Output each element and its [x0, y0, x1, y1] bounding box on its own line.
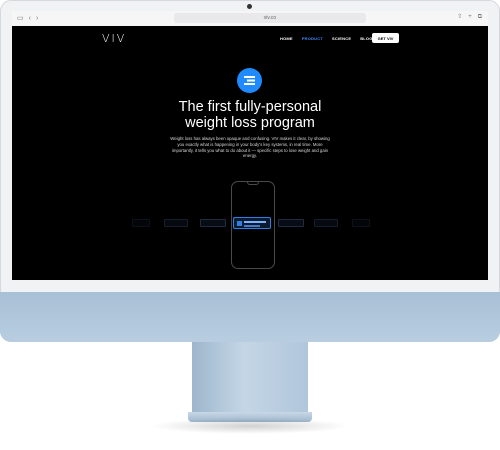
monitor-chin — [0, 292, 500, 342]
main-nav: HOME PRODUCT SCIENCE BLOG — [280, 36, 373, 41]
stand-shadow — [150, 418, 350, 434]
get-viv-button[interactable]: GET VIV — [372, 33, 399, 43]
carousel-card — [352, 219, 370, 227]
nav-home[interactable]: HOME — [280, 36, 293, 41]
carousel-card — [164, 219, 188, 227]
carousel-card — [314, 219, 338, 227]
carousel-card-active[interactable] — [233, 217, 271, 229]
address-bar[interactable]: viv.co — [174, 13, 366, 23]
tabs-icon[interactable]: ⧉ — [478, 14, 482, 20]
share-icon[interactable]: ⇧ — [457, 14, 462, 20]
sidebar-icon[interactable]: ▭ — [17, 15, 24, 22]
browser-toolbar: ▭ ‹ › viv.co ⇧ + ⧉ — [12, 11, 488, 26]
carousel-card — [200, 219, 226, 227]
hero-title-line2: weight loss program — [185, 115, 315, 131]
back-icon[interactable]: ‹ — [29, 15, 31, 22]
hero-description: Weight loss has always been opaque and c… — [170, 136, 330, 159]
nav-blog[interactable]: BLOG — [360, 36, 372, 41]
forward-icon[interactable]: › — [36, 15, 38, 22]
nav-science[interactable]: SCIENCE — [332, 36, 351, 41]
phone-notch — [247, 182, 259, 185]
plus-icon[interactable]: + — [468, 14, 472, 20]
site-logo[interactable]: VIV — [102, 32, 126, 45]
program-icon — [237, 68, 262, 93]
camera-dot — [247, 4, 252, 9]
nav-product[interactable]: PRODUCT — [302, 36, 323, 41]
hero-title-line1: The first fully-personal — [178, 99, 322, 115]
carousel-card — [278, 219, 304, 227]
carousel-card — [132, 219, 150, 227]
monitor-stand — [192, 342, 308, 414]
url-text: viv.co — [263, 15, 277, 21]
website-viewport: VIV HOME PRODUCT SCIENCE BLOG GET VIV Th… — [12, 26, 488, 280]
